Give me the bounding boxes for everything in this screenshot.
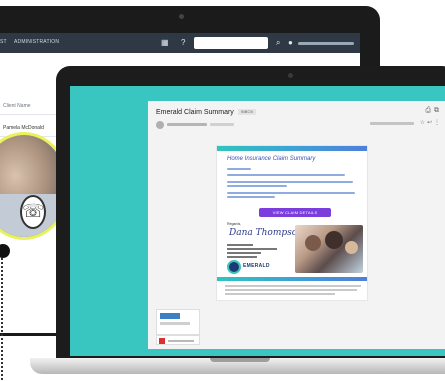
nav-item-administration[interactable]: ADMINISTRATION	[14, 39, 59, 45]
photo-person	[345, 241, 358, 254]
user-icon[interactable]: ●	[288, 37, 293, 49]
card-top-band	[217, 146, 367, 151]
attachment-thumbnail	[160, 313, 180, 319]
sender-name	[167, 123, 207, 126]
laptop-base-notch	[210, 358, 270, 362]
email-header-icons: ⎙⧉	[425, 107, 442, 115]
laptop-screen: Emerald Claim Summary INBOX ⎙⧉ ☆↩⋮ Home I…	[70, 86, 445, 356]
email-subject-tag[interactable]: INBOX	[237, 109, 257, 116]
laptop-camera	[288, 73, 293, 78]
card-footer-line	[225, 289, 357, 291]
photo-person	[325, 231, 343, 249]
open-in-new-icon[interactable]: ⧉	[434, 107, 442, 114]
card-text-line	[227, 196, 275, 198]
card-text-line	[227, 192, 355, 194]
phone-icon: ☏	[20, 195, 46, 229]
emerald-logo-emblem	[227, 260, 241, 274]
more-icon[interactable]: ⋮	[434, 120, 442, 126]
view-claim-details-button[interactable]: VIEW CLAIM DETAILS	[259, 208, 331, 217]
marketing-stage: ST ADMINISTRATION ▦ ? ⌕ ● Client Name Pa…	[0, 0, 445, 381]
front-laptop: Emerald Claim Summary INBOX ⎙⧉ ☆↩⋮ Home I…	[56, 66, 445, 366]
signature-email-line	[227, 248, 277, 250]
emerald-logo: EMERALD	[227, 260, 270, 274]
crm-nav-bar: ST ADMINISTRATION ▦ ? ⌕ ●	[0, 33, 360, 53]
sender-avatar	[156, 121, 164, 129]
email-sender	[156, 121, 306, 129]
print-icon[interactable]: ⎙	[425, 107, 434, 114]
card-footer-line	[225, 285, 361, 287]
card-text-line	[227, 181, 353, 183]
card-footer-line	[225, 293, 335, 295]
help-icon[interactable]: ?	[181, 37, 185, 49]
email-attachment-preview[interactable]	[156, 309, 200, 335]
email-subject-text: Emerald Claim Summary	[156, 109, 234, 116]
attachment-filename	[168, 340, 194, 342]
emerald-logo-word: EMERALD	[243, 263, 270, 269]
signature-phone-line	[227, 256, 257, 258]
family-photo	[295, 225, 363, 273]
attachment-caption	[160, 322, 190, 325]
email-date	[370, 122, 414, 125]
signature-name-line	[227, 244, 253, 246]
grid-icon[interactable]: ▦	[161, 37, 169, 49]
signature-phone-line	[227, 252, 261, 254]
photo-person	[305, 235, 321, 251]
signature: Dana Thompson	[229, 228, 303, 238]
signature-label: Regards,	[227, 222, 242, 226]
monitor-camera	[179, 14, 184, 19]
email-actions: ☆↩⋮	[420, 119, 442, 126]
crm-user-name[interactable]	[298, 42, 354, 45]
crm-search-input[interactable]	[194, 37, 268, 49]
card-title: Home Insurance Claim Summary	[227, 156, 316, 162]
pdf-icon	[159, 338, 165, 344]
reply-icon[interactable]: ↩	[427, 120, 434, 126]
card-greeting-line	[227, 168, 251, 170]
card-text-line	[227, 185, 287, 187]
connector-line	[1, 258, 5, 381]
nav-item-st[interactable]: ST	[0, 39, 7, 45]
email-subject: Emerald Claim Summary INBOX	[156, 109, 257, 116]
sender-address	[210, 123, 234, 126]
email-client: Emerald Claim Summary INBOX ⎙⧉ ☆↩⋮ Home I…	[148, 101, 445, 349]
email-attachment-pdf[interactable]	[156, 335, 200, 345]
star-icon[interactable]: ☆	[420, 120, 427, 126]
card-text-line	[227, 174, 345, 176]
card-bottom-band	[217, 277, 367, 281]
search-icon[interactable]: ⌕	[276, 37, 280, 49]
email-body-card: Home Insurance Claim Summary VIEW CLAIM …	[216, 145, 368, 301]
